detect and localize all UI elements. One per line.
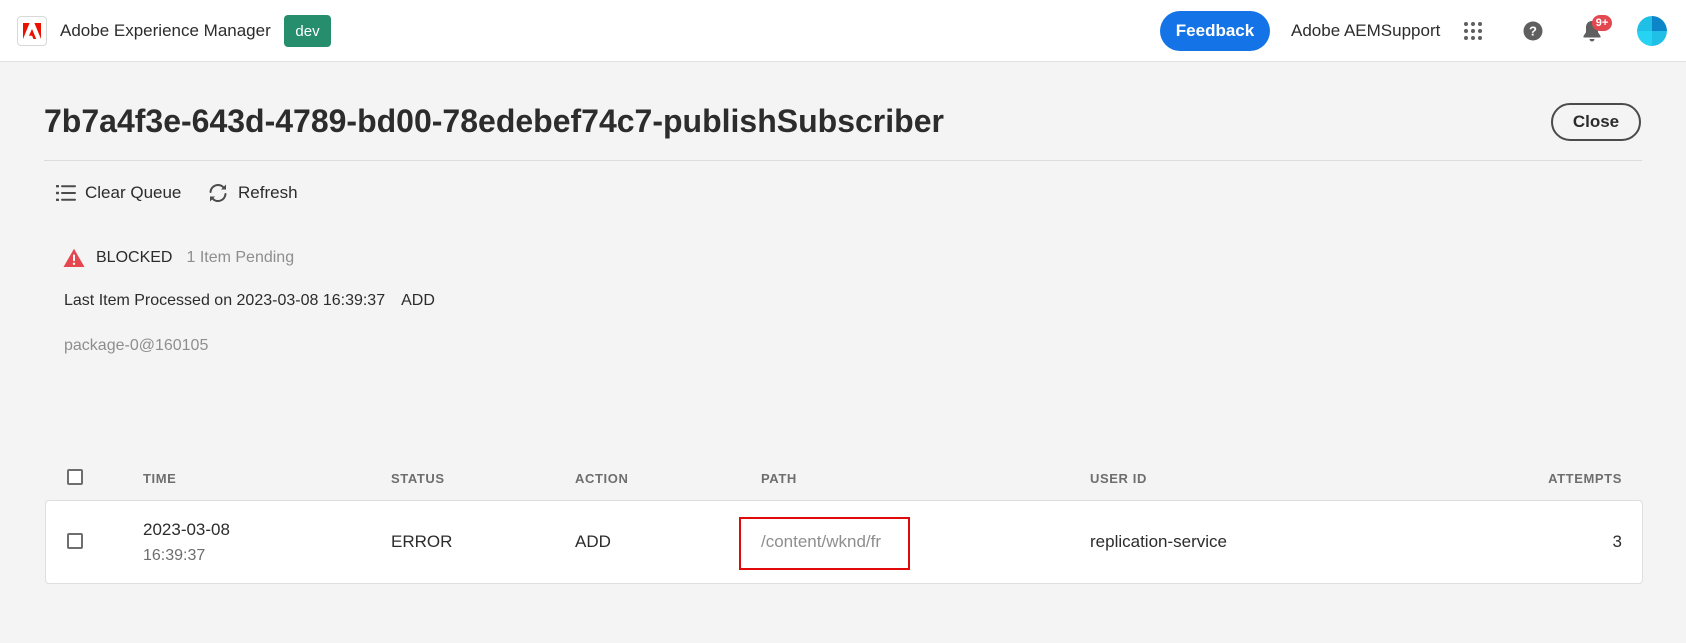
column-header-action[interactable]: ACTION bbox=[575, 471, 628, 487]
refresh-icon bbox=[209, 184, 227, 202]
column-header-user-id[interactable]: USER ID bbox=[1090, 471, 1147, 487]
row-status: ERROR bbox=[391, 532, 453, 551]
list-icon bbox=[56, 185, 76, 201]
clear-queue-label: Clear Queue bbox=[85, 183, 182, 202]
column-header-attempts[interactable]: ATTEMPTS bbox=[1548, 471, 1622, 487]
svg-text:?: ? bbox=[1529, 24, 1537, 39]
feedback-button[interactable]: Feedback bbox=[1160, 11, 1270, 51]
last-processed-info: Last Item Processed on 2023-03-08 16:39:… bbox=[64, 290, 435, 312]
refresh-label: Refresh bbox=[238, 183, 298, 202]
page-title: 7b7a4f3e-643d-4789-bd00-78edebef74c7-pub… bbox=[44, 103, 944, 139]
close-button[interactable]: Close bbox=[1551, 103, 1641, 141]
package-id: package-0@160105 bbox=[64, 337, 209, 354]
row-action: ADD bbox=[575, 532, 611, 551]
row-attempts: 3 bbox=[1612, 532, 1622, 551]
path-highlight-box bbox=[739, 517, 910, 570]
app-title[interactable]: Adobe Experience Manager bbox=[60, 20, 271, 42]
apps-grid-icon[interactable] bbox=[1458, 16, 1488, 46]
column-header-status[interactable]: STATUS bbox=[391, 471, 445, 487]
notification-count-badge: 9+ bbox=[1592, 15, 1612, 31]
column-header-time[interactable]: TIME bbox=[143, 471, 176, 487]
last-processed-action: ADD bbox=[401, 292, 435, 309]
last-processed-text: Last Item Processed on 2023-03-08 16:39:… bbox=[64, 292, 386, 309]
top-bar: Adobe Experience Manager dev Feedback Ad… bbox=[0, 0, 1686, 62]
clear-queue-button[interactable]: Clear Queue bbox=[56, 180, 181, 206]
header-divider bbox=[44, 160, 1642, 161]
row-user-id: replication-service bbox=[1090, 532, 1227, 551]
row-checkbox[interactable] bbox=[67, 533, 83, 549]
queue-status: BLOCKED 1 Item Pending bbox=[63, 246, 294, 270]
refresh-button[interactable]: Refresh bbox=[207, 180, 298, 206]
status-state: BLOCKED bbox=[96, 249, 173, 266]
row-time: 16:39:37 bbox=[143, 547, 206, 564]
adobe-logo-icon[interactable] bbox=[17, 16, 47, 46]
org-switcher[interactable]: Adobe AEMSupport bbox=[1291, 20, 1440, 42]
avatar[interactable] bbox=[1637, 16, 1667, 46]
env-badge: dev bbox=[284, 15, 331, 47]
pending-count: 1 Item Pending bbox=[186, 249, 295, 266]
row-date: 2023-03-08 bbox=[143, 520, 230, 539]
help-icon[interactable]: ? bbox=[1518, 16, 1548, 46]
alert-icon bbox=[63, 248, 85, 267]
select-all-checkbox[interactable] bbox=[67, 469, 83, 485]
column-header-path[interactable]: PATH bbox=[761, 471, 797, 487]
